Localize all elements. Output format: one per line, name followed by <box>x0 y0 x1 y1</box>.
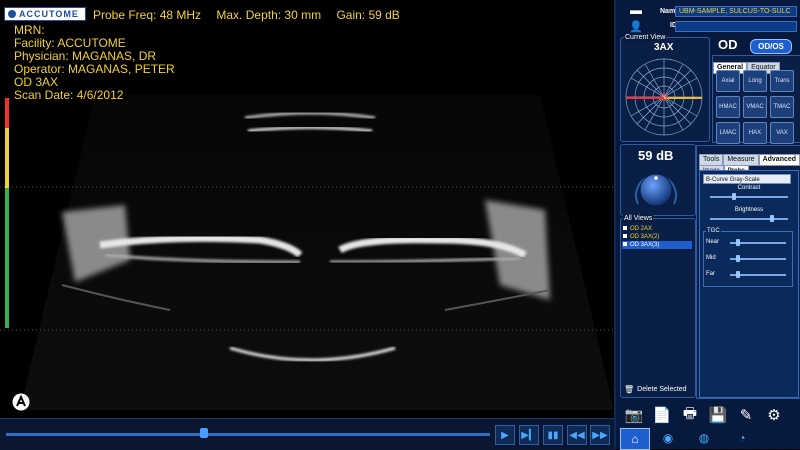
view-item-label: OD 3AX(2) <box>630 234 660 240</box>
logo-mark-icon <box>8 10 16 18</box>
add-user-icon[interactable]: 👤 <box>628 19 644 33</box>
current-view-value: 3AX <box>654 42 674 53</box>
right-control-panel: ▬ Name UBM-SAMPLE, SULCUS-TO-SULC 👤 ID C… <box>614 0 800 450</box>
gain-readout: Gain: 59 dB <box>336 8 400 22</box>
brightness-slider[interactable] <box>710 218 788 220</box>
gear-icon[interactable]: ⚙ <box>764 405 784 425</box>
view-button-hax[interactable]: HAX <box>743 122 767 144</box>
camera-icon[interactable]: 📷 <box>624 405 644 425</box>
rewind-icon: ◀◀ <box>569 429 585 441</box>
accutome-logo: ACCUTOME <box>4 7 86 21</box>
brightness-label: Brightness <box>734 207 764 213</box>
tab-advanced[interactable]: Advanced <box>758 154 800 166</box>
list-item-selected[interactable]: OD 3AX(3) <box>622 241 692 249</box>
biometry-button[interactable]: ◍ <box>688 428 720 448</box>
advanced-settings: B-Curve Gray-Scale Contrast Brightness T… <box>699 170 799 398</box>
view-button-lmac[interactable]: LMAC <box>716 122 740 144</box>
biometry-icon: ◍ <box>698 431 710 445</box>
patient-id-field[interactable] <box>675 21 797 32</box>
rewind-button[interactable]: ◀◀ <box>567 425 587 445</box>
home-icon: ⌂ <box>631 432 639 446</box>
trash-icon: 🗑 <box>624 385 635 394</box>
cine-scrubber-thumb[interactable] <box>200 428 208 438</box>
tgc-near-label: Near <box>706 239 720 245</box>
tgc-label: TGC <box>706 228 721 234</box>
eye-label: OD <box>718 37 738 52</box>
floppy-icon[interactable]: 💾 <box>708 405 728 425</box>
list-item[interactable]: OD 3AX(2) <box>622 233 692 241</box>
view-button-vax[interactable]: VAX <box>770 122 794 144</box>
pachymetry-button[interactable]: ◔ <box>726 428 758 448</box>
tgc-mid-thumb[interactable] <box>736 255 740 262</box>
pachymetry-icon: ◔ <box>738 431 746 445</box>
printer-icon[interactable]: 🖶 <box>680 405 700 425</box>
tgc-mid-label: Mid <box>706 255 716 261</box>
checkbox[interactable] <box>623 234 627 238</box>
tgc-color-bar <box>5 98 9 328</box>
view-selector-panel: General Equator Axial Long Trans HMAC VMA… <box>712 55 800 144</box>
contrast-label: Contrast <box>737 185 761 191</box>
pen-icon[interactable]: ✎ <box>736 405 756 425</box>
patient-info: MRN: Facility: ACCUTOME Physician: MAGAN… <box>14 24 175 102</box>
view-button-tmac[interactable]: TMAC <box>770 96 794 118</box>
delete-selected-button[interactable]: 🗑 Delete Selected <box>624 385 687 394</box>
contrast-slider-thumb[interactable] <box>732 193 736 200</box>
home-button[interactable]: ⌂ <box>620 428 650 450</box>
current-view-label: Current View <box>624 34 667 41</box>
contrast-slider[interactable] <box>710 196 788 198</box>
scan-date-text: Scan Date: 4/6/2012 <box>14 88 124 102</box>
view-button-vmac[interactable]: VMAC <box>743 96 767 118</box>
gain-knob[interactable] <box>632 166 680 212</box>
view-button-long[interactable]: Long <box>743 70 767 92</box>
cine-scrubber-track[interactable] <box>6 433 490 436</box>
fast-forward-icon: ▶▶ <box>592 429 608 441</box>
list-item[interactable]: OD 2AX <box>622 225 692 233</box>
tgc-far-thumb[interactable] <box>736 271 740 278</box>
view-item-label: OD 3AX(3) <box>630 242 660 248</box>
od-os-toggle-button[interactable]: OD/OS <box>750 39 792 54</box>
document-icon[interactable]: 📄 <box>652 405 672 425</box>
stop-icon: ▮▮ <box>547 429 559 441</box>
view-button-axial[interactable]: Axial <box>716 70 740 92</box>
step-forward-icon: ▶▎ <box>521 429 537 441</box>
view-button-hmac[interactable]: HMAC <box>716 96 740 118</box>
play-icon: ▶ <box>501 429 509 441</box>
step-forward-button[interactable]: ▶▎ <box>519 425 539 445</box>
brightness-slider-thumb[interactable] <box>770 215 774 222</box>
eye-mode-button[interactable]: ◉ <box>652 428 684 448</box>
tgc-near-thumb[interactable] <box>736 239 740 246</box>
accutome-swoosh-icon <box>12 393 30 411</box>
tools-panel: ToolsMeasureAdvanced ImageProbe B-Curve … <box>696 145 800 399</box>
all-views-list: OD 2AX OD 3AX(2) OD 3AX(3) <box>622 225 692 249</box>
ultrasound-image-area[interactable]: ACCUTOME Probe Freq: 48 MHz Max. Depth: … <box>0 0 614 418</box>
stop-button[interactable]: ▮▮ <box>543 425 563 445</box>
brand-name: ACCUTOME <box>19 9 79 19</box>
checkbox[interactable] <box>623 242 627 246</box>
delete-selected-label: Delete Selected <box>637 386 687 393</box>
play-button[interactable]: ▶ <box>495 425 515 445</box>
checkbox[interactable] <box>623 226 627 230</box>
max-depth: Max. Depth: 30 mm <box>216 8 322 22</box>
cine-timeline: ▶ ▶▎ ▮▮ ◀◀ ▶▶ <box>0 418 614 450</box>
all-views-label: All Views <box>623 215 654 222</box>
probe-info-bar: Probe Freq: 48 MHz Max. Depth: 30 mm Gai… <box>93 9 412 22</box>
probe-frequency: Probe Freq: 48 MHz <box>93 8 202 22</box>
eye-scan-icon: ◉ <box>662 431 674 445</box>
tgc-far-label: Far <box>706 271 715 277</box>
fast-forward-button[interactable]: ▶▶ <box>590 425 610 445</box>
clock-position-diagram[interactable] <box>622 56 706 138</box>
view-button-trans[interactable]: Trans <box>770 70 794 92</box>
folder-icon[interactable]: ▬ <box>628 3 644 17</box>
gain-display: 59 dB <box>638 148 674 163</box>
patient-name-field[interactable]: UBM-SAMPLE, SULCUS-TO-SULC <box>675 6 797 17</box>
grayscale-select[interactable]: B-Curve Gray-Scale <box>703 174 791 184</box>
view-item-label: OD 2AX <box>630 226 653 232</box>
